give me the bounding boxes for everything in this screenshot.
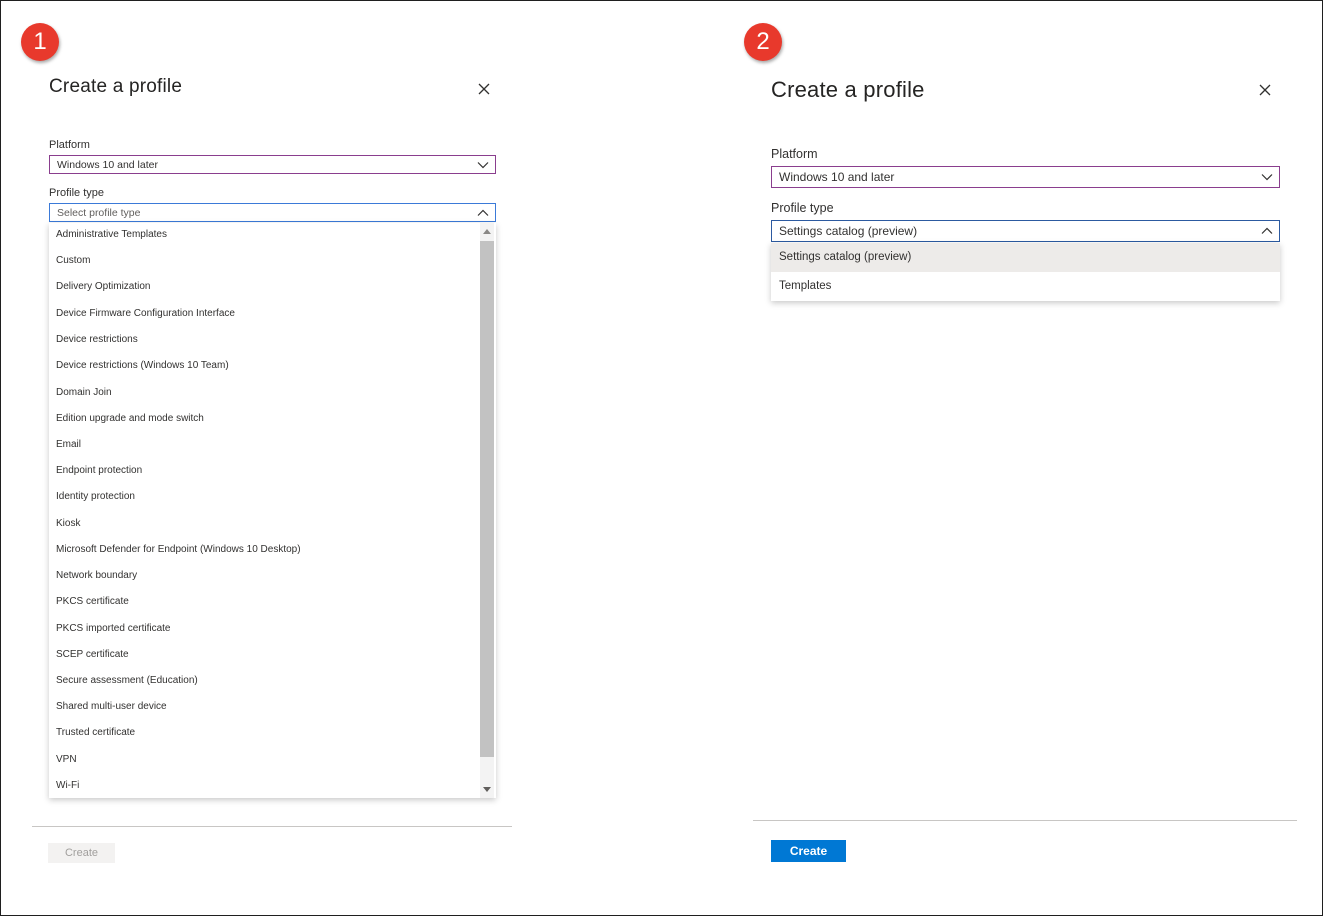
footer-divider <box>32 826 512 827</box>
option-pkcs-certificate[interactable]: PKCS certificate <box>49 596 480 607</box>
option-network-boundary[interactable]: Network boundary <box>49 570 480 581</box>
option-domain-join[interactable]: Domain Join <box>49 387 480 398</box>
option-device-restrictions[interactable]: Device restrictions <box>49 334 480 345</box>
option-trusted-certificate[interactable]: Trusted certificate <box>49 727 480 738</box>
option-defender-for-endpoint[interactable]: Microsoft Defender for Endpoint (Windows… <box>49 544 480 555</box>
footer-divider <box>753 820 1297 821</box>
profile-type-value: Settings catalog (preview) <box>779 224 918 238</box>
option-kiosk[interactable]: Kiosk <box>49 518 480 529</box>
profile-type-label: Profile type <box>49 187 105 199</box>
option-delivery-optimization[interactable]: Delivery Optimization <box>49 281 480 292</box>
platform-select[interactable]: Windows 10 and later <box>771 166 1280 188</box>
option-endpoint-protection[interactable]: Endpoint protection <box>49 465 480 476</box>
option-scep-certificate[interactable]: SCEP certificate <box>49 649 480 660</box>
option-device-restrictions-team[interactable]: Device restrictions (Windows 10 Team) <box>49 360 480 371</box>
profile-type-select[interactable]: Settings catalog (preview) <box>771 220 1280 242</box>
option-secure-assessment[interactable]: Secure assessment (Education) <box>49 675 480 686</box>
profile-type-select[interactable]: Select profile type <box>49 203 496 222</box>
platform-label: Platform <box>49 139 90 151</box>
option-edition-upgrade[interactable]: Edition upgrade and mode switch <box>49 413 480 424</box>
option-vpn[interactable]: VPN <box>49 754 480 765</box>
option-identity-protection[interactable]: Identity protection <box>49 491 480 502</box>
option-email[interactable]: Email <box>49 439 480 450</box>
page-title: Create a profile <box>49 76 183 97</box>
chevron-up-icon <box>477 209 489 216</box>
option-pkcs-imported-certificate[interactable]: PKCS imported certificate <box>49 623 480 634</box>
option-custom[interactable]: Custom <box>49 255 480 266</box>
create-button-disabled[interactable]: Create <box>48 843 115 863</box>
chevron-down-icon <box>1261 174 1273 181</box>
option-templates[interactable]: Templates <box>771 272 1280 301</box>
option-administrative-templates[interactable]: Administrative Templates <box>49 229 480 240</box>
scroll-up-arrow-icon[interactable] <box>483 229 491 234</box>
profile-type-label: Profile type <box>771 201 834 215</box>
page-title: Create a profile <box>771 77 925 102</box>
chevron-up-icon <box>1261 227 1273 234</box>
step-badge-2: 2 <box>744 23 782 61</box>
profile-type-placeholder: Select profile type <box>57 206 141 219</box>
close-icon[interactable] <box>1258 83 1272 97</box>
scroll-thumb[interactable] <box>480 241 494 757</box>
option-wi-fi[interactable]: Wi-Fi <box>49 780 480 791</box>
close-icon[interactable] <box>477 82 491 96</box>
platform-value: Windows 10 and later <box>779 170 895 184</box>
create-button[interactable]: Create <box>771 840 846 862</box>
platform-value: Windows 10 and later <box>57 158 158 171</box>
platform-label: Platform <box>771 147 818 161</box>
option-settings-catalog[interactable]: Settings catalog (preview) <box>771 243 1280 272</box>
option-shared-multi-user-device[interactable]: Shared multi-user device <box>49 701 480 712</box>
scroll-down-arrow-icon[interactable] <box>483 787 491 792</box>
profile-type-dropdown: Settings catalog (preview) Templates <box>771 243 1280 301</box>
chevron-down-icon <box>477 161 489 168</box>
platform-select[interactable]: Windows 10 and later <box>49 155 496 174</box>
step-badge-1: 1 <box>21 23 59 61</box>
dropdown-scrollbar[interactable] <box>480 223 494 798</box>
option-device-firmware-configuration-interface[interactable]: Device Firmware Configuration Interface <box>49 308 480 319</box>
profile-type-dropdown: Administrative Templates Custom Delivery… <box>49 223 496 798</box>
